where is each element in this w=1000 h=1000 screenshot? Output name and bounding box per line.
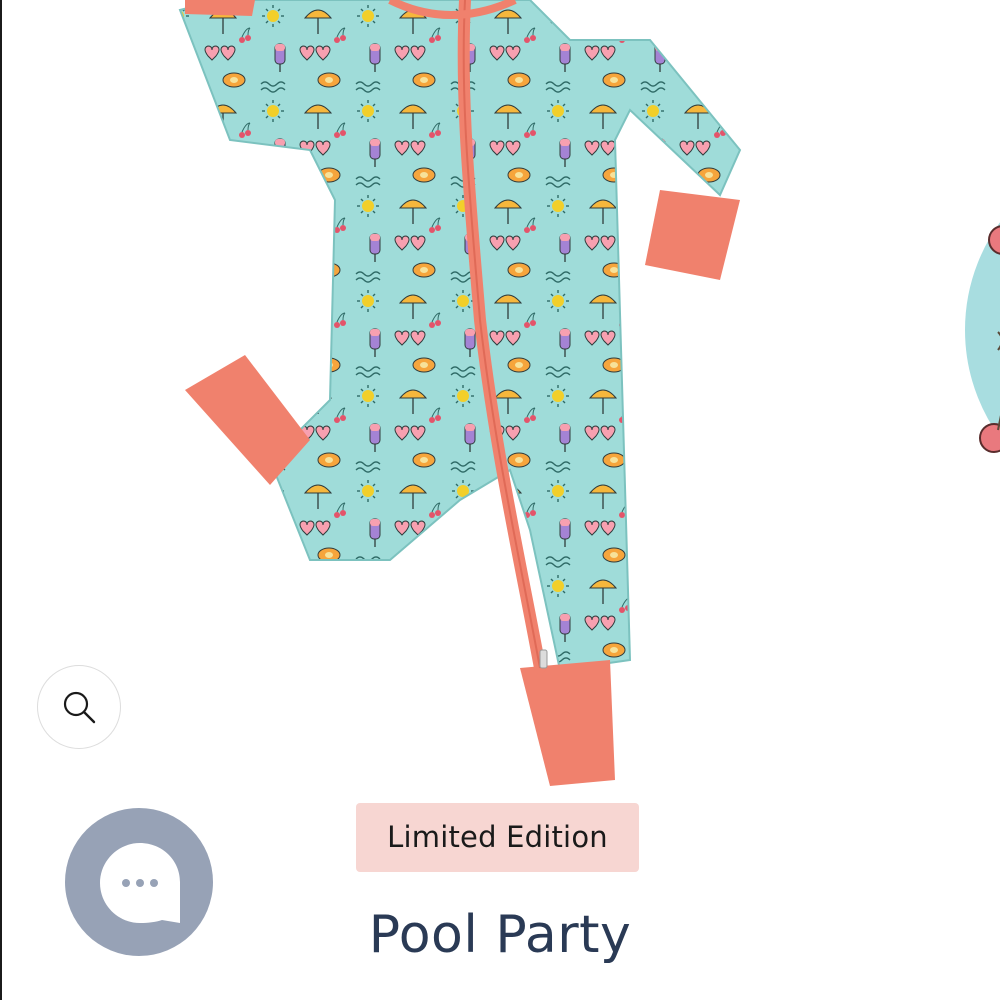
next-image-preview[interactable] (958, 150, 1000, 510)
limited-edition-badge: Limited Edition (356, 803, 639, 872)
product-title: Pool Party (368, 905, 632, 965)
zoom-button[interactable] (37, 665, 121, 749)
search-icon (63, 691, 96, 724)
next-image-illustration (961, 215, 1000, 453)
product-image[interactable] (160, 0, 760, 800)
left-edge-divider (0, 0, 2, 1000)
romper-illustration (178, 0, 742, 786)
